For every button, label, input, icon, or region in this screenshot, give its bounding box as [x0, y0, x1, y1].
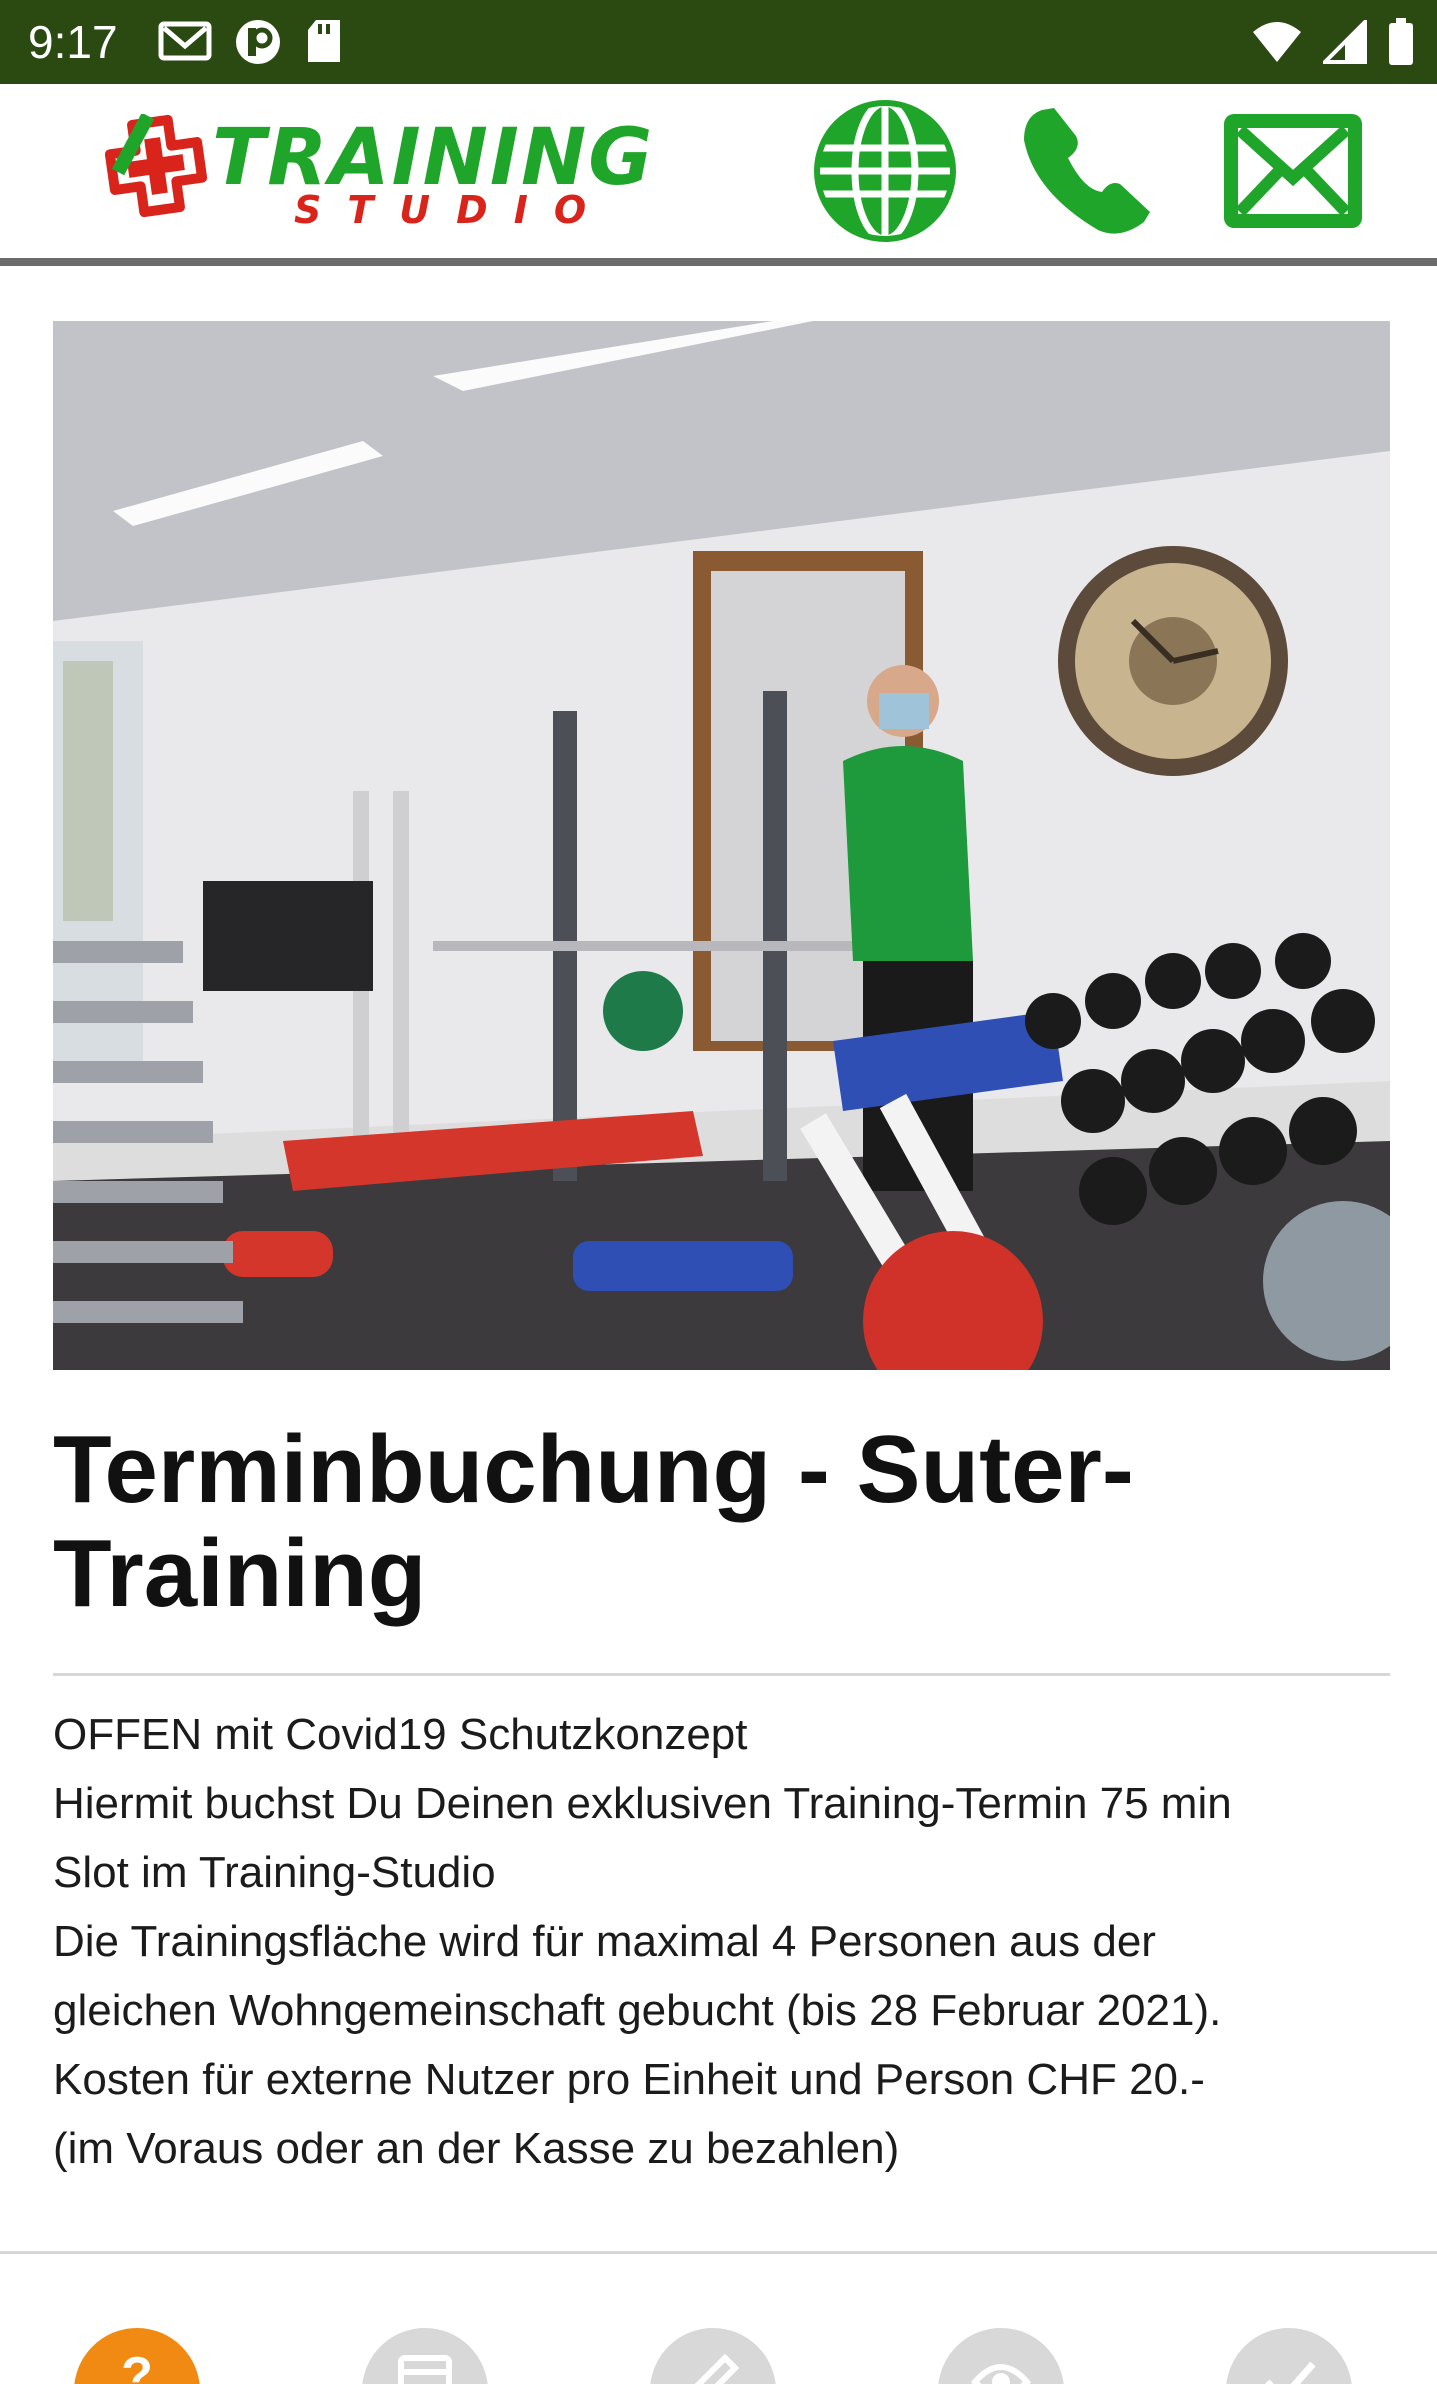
- website-button[interactable]: [810, 96, 960, 246]
- phone-icon: [1024, 108, 1150, 234]
- description-line: Slot im Training-Studio: [53, 1848, 496, 1897]
- battery-icon: [1389, 18, 1413, 65]
- description-line: OFFEN mit Covid19 Schutzkonzept: [53, 1710, 748, 1759]
- wifi-icon: [1253, 22, 1301, 62]
- description-line: gleichen Wohngemeinschaft gebucht (bis 2…: [53, 1986, 1222, 2035]
- globe-icon: [814, 99, 956, 243]
- status-time: 9:17: [28, 16, 118, 68]
- system-icons: [1251, 18, 1415, 66]
- step-confirm[interactable]: [1226, 2328, 1352, 2384]
- check-icon: [1265, 2361, 1316, 2384]
- sd-card-icon: [308, 20, 340, 62]
- step-info[interactable]: ?: [74, 2328, 200, 2384]
- gmail-icon: [158, 21, 212, 61]
- step-info-label: ?: [121, 2347, 153, 2384]
- app-icon: [236, 20, 280, 64]
- status-bar: 9:17: [0, 0, 1437, 84]
- pencil-icon: [694, 2353, 740, 2384]
- call-button[interactable]: [1012, 96, 1162, 246]
- calendar-icon: [398, 2355, 452, 2384]
- booking-description: OFFEN mit Covid19 Schutzkonzept Hiermit …: [53, 1700, 1390, 2183]
- title-divider: [53, 1673, 1390, 1676]
- description-line: Die Trainingsfläche wird für maximal 4 P…: [53, 1917, 1156, 1966]
- booking-steps: ?: [0, 2310, 1437, 2384]
- logo-title: TRAINING: [212, 113, 655, 203]
- mail-icon: [1224, 114, 1362, 228]
- eye-icon: [971, 2364, 1031, 2384]
- step-review[interactable]: [938, 2328, 1064, 2384]
- description-line: (im Voraus oder an der Kasse zu bezahlen…: [53, 2124, 900, 2173]
- page-title: Terminbuchung - Suter-Training: [53, 1416, 1134, 1627]
- fitness-cross-logo-icon: [104, 114, 208, 218]
- step-date[interactable]: [362, 2328, 488, 2384]
- description-line: Hiermit buchst Du Deinen exklusiven Trai…: [53, 1779, 1232, 1828]
- step-details[interactable]: [650, 2328, 776, 2384]
- notification-icons: [158, 18, 344, 66]
- studio-logo[interactable]: TRAINING STUDIO: [104, 104, 684, 244]
- email-button[interactable]: [1218, 96, 1368, 246]
- steps-divider: [0, 2251, 1437, 2254]
- header-divider: [0, 258, 1437, 266]
- gym-photo: [53, 321, 1390, 1370]
- logo-subtitle: STUDIO: [294, 188, 613, 232]
- signal-icon: [1323, 20, 1367, 64]
- description-line: Kosten für externe Nutzer pro Einheit un…: [53, 2055, 1205, 2104]
